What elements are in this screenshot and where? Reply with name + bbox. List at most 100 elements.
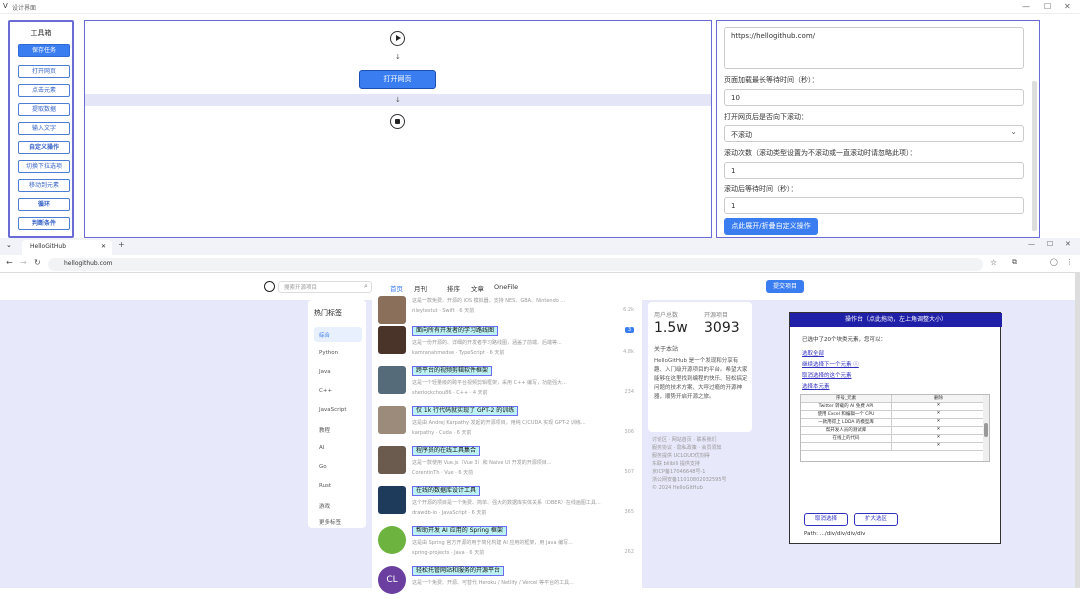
cancel-select-link[interactable]: 取消选择的这个元素 — [802, 371, 852, 379]
item-title[interactable]: 帮助开发 AI 应用的 Spring 框架 — [412, 526, 507, 536]
console-header[interactable]: 操作台（点此拖动，左上角调整大小） — [790, 313, 1002, 327]
select-all-link[interactable]: 选取全部 — [802, 349, 824, 357]
fold-custom-button[interactable]: 点此展开/折叠自定义操作 — [724, 218, 818, 235]
tag-all[interactable]: 综合 — [314, 327, 362, 342]
scroll-label: 打开网页后是否向下滚动： — [724, 113, 808, 121]
open-page-tool[interactable]: 打开网页 — [18, 65, 70, 78]
list-item[interactable]: 帮助开发 AI 应用的 Spring 框架 这是由 Spring 官方开源的用于… — [378, 524, 640, 564]
footer-police: 浙公网安备11010802032595号 — [652, 477, 727, 483]
extensions-icon[interactable]: ⧉ — [1012, 258, 1017, 267]
tab-title: HelloGitHub — [30, 243, 66, 250]
item-title[interactable]: 仅 1k 行代码就实现了 GPT-2 的训练 — [412, 406, 519, 416]
switch-dropdown-tool[interactable]: 切换下拉选项 — [18, 160, 70, 173]
tag-cpp[interactable]: C++ — [314, 384, 362, 399]
list-item[interactable]: 程序员的在线工具集合 这是一款使用 Vue.js（Vue 3）和 Naive U… — [378, 444, 640, 484]
footer-links[interactable]: 服务协议 · 隐私政策 · 会员须知 — [652, 444, 752, 452]
table-scrollbar[interactable] — [983, 395, 989, 461]
list-item[interactable]: 在线的数据库设计工具 这个开源的项目是一个免费、简单、强大的数据库实体关系（DB… — [378, 484, 640, 524]
delete-icon[interactable]: ✕ — [891, 403, 985, 411]
page-scrollbar[interactable] — [1075, 273, 1080, 588]
tag-tutorial[interactable]: 教程 — [314, 422, 362, 437]
site-logo-icon[interactable] — [264, 281, 275, 292]
site-search-input[interactable]: 搜索开源项目 — [278, 281, 372, 293]
scrollbar[interactable] — [1032, 81, 1037, 231]
move-to-element-tool[interactable]: 移动到元素 — [18, 179, 70, 192]
item-title[interactable]: 跨平台的视频剪辑软件框架 — [412, 366, 493, 376]
tag-javascript[interactable]: JavaScript — [314, 403, 362, 418]
tag-ai[interactable]: AI — [314, 441, 362, 456]
avatar — [378, 296, 406, 324]
max-wait-input[interactable]: 10 — [724, 89, 1024, 106]
delete-icon[interactable]: ✕ — [891, 443, 985, 451]
maximize-icon[interactable]: ☐ — [1044, 2, 1051, 11]
list-item[interactable]: 面向所有开发者的学习路线图 3 这是一份开源的、详细的开发者学习路线图，涵盖了前… — [378, 324, 640, 364]
delete-icon[interactable]: ✕ — [891, 411, 985, 419]
browser-tab[interactable]: HelloGitHub ✕ — [22, 240, 112, 255]
new-tab-icon[interactable]: + — [118, 240, 125, 249]
tab-close-icon[interactable]: ✕ — [101, 243, 106, 250]
cancel-select-button[interactable]: 取消选择 — [804, 513, 848, 526]
item-meta: karpathy · Cuda · 6 天前 — [412, 430, 472, 436]
table-row: 在线上的代码 ✕ — [801, 435, 985, 443]
loop-tool[interactable]: 循环 — [18, 198, 70, 211]
end-node-icon[interactable] — [390, 114, 405, 129]
item-meta: kamranahmedse · TypeScript · 6 天前 — [412, 350, 505, 356]
tag-rust[interactable]: Rust — [314, 479, 362, 494]
toolbox-heading: 工具箱 — [30, 29, 52, 37]
forward-icon[interactable]: → — [20, 258, 27, 267]
delete-icon[interactable]: ✕ — [891, 427, 985, 435]
item-title[interactable]: 在线的数据库设计工具 — [412, 486, 481, 496]
tag-python[interactable]: Python — [314, 346, 362, 361]
nav-monthly[interactable]: 月刊 — [414, 283, 427, 293]
select-this-link[interactable]: 选择本元素 — [802, 382, 830, 390]
list-item[interactable]: CL 轻松托管网站和服务的开源平台 这是一个免费、开源、可替代 Heroku /… — [378, 564, 640, 604]
table-row: 一款用得上 LDDA 的模型库 ✕ — [801, 419, 985, 427]
item-title[interactable]: 程序员的在线工具集合 — [412, 446, 481, 456]
expand-selection-button[interactable]: 扩大选区 — [854, 513, 898, 526]
nav-rank[interactable]: 排序 — [447, 283, 460, 293]
delete-icon[interactable]: ✕ — [891, 419, 985, 427]
extract-data-tool[interactable]: 提取数据 — [18, 103, 70, 116]
custom-action-tool[interactable]: 自定义操作 — [18, 141, 70, 154]
reload-icon[interactable]: ↻ — [34, 258, 41, 267]
arrow-down-icon: ↓ — [395, 53, 401, 61]
minimize-icon[interactable]: — — [1022, 2, 1030, 11]
tag-java[interactable]: Java — [314, 365, 362, 380]
menu-icon[interactable]: ⋮ — [1066, 258, 1073, 266]
tag-games[interactable]: 游戏 — [314, 498, 362, 513]
close-icon[interactable]: ✕ — [1064, 2, 1071, 11]
nav-onefile[interactable]: OneFile — [494, 283, 518, 291]
profile-icon[interactable]: ◯ — [1050, 258, 1058, 266]
star-icon[interactable]: ☆ — [990, 258, 997, 267]
item-meta: rileytestut · Swift · 6 天前 — [412, 308, 475, 314]
url-textarea[interactable]: https://hellogithub.com/ — [724, 27, 1024, 69]
tag-more[interactable]: 更多标签 — [314, 514, 362, 529]
list-item[interactable]: 跨平台的视频剪辑软件框架 这是一个轻量级的跨平台视频剪辑框架，采用 C++ 编写… — [378, 364, 640, 404]
nav-articles[interactable]: 文章 — [471, 283, 484, 293]
nav-home[interactable]: 首页 — [390, 283, 403, 293]
delete-icon[interactable]: ✕ — [891, 435, 985, 443]
start-node-icon[interactable] — [390, 31, 405, 46]
minimize-icon[interactable]: — — [1028, 240, 1035, 248]
save-task-button[interactable]: 保存任务 — [18, 44, 70, 57]
footer-links[interactable]: 讨论区 · 网站首页 · 联系我们 — [652, 436, 752, 444]
url-field[interactable]: hellogithub.com — [48, 258, 983, 271]
input-text-tool[interactable]: 输入文字 — [18, 122, 70, 135]
item-title[interactable]: 面向所有开发者的学习路线图 — [412, 326, 499, 336]
scroll-times-input[interactable]: 1 — [724, 162, 1024, 179]
after-wait-input[interactable]: 1 — [724, 197, 1024, 214]
open-page-node[interactable]: 打开网页 — [359, 70, 436, 89]
tag-go[interactable]: Go — [314, 460, 362, 475]
click-element-tool[interactable]: 点击元素 — [18, 84, 70, 97]
condition-tool[interactable]: 判断条件 — [18, 217, 70, 230]
back-icon[interactable]: ← — [6, 258, 13, 267]
item-title[interactable]: 轻松托管网站和服务的开源平台 — [412, 566, 505, 576]
tab-menu-icon[interactable]: ⌄ — [6, 241, 12, 249]
maximize-icon[interactable]: ☐ — [1047, 240, 1053, 248]
submit-project-button[interactable]: 提交项目 — [766, 280, 804, 293]
scroll-select[interactable]: 不滚动 — [724, 125, 1024, 142]
search-icon[interactable]: ⌕ — [364, 282, 368, 291]
list-item[interactable]: 仅 1k 行代码就实现了 GPT-2 的训练 这是由 Andrej Karpat… — [378, 404, 640, 444]
close-icon[interactable]: ✕ — [1065, 240, 1071, 248]
select-next-link[interactable]: 继续选择下一个元素 ⓘ — [802, 360, 859, 368]
